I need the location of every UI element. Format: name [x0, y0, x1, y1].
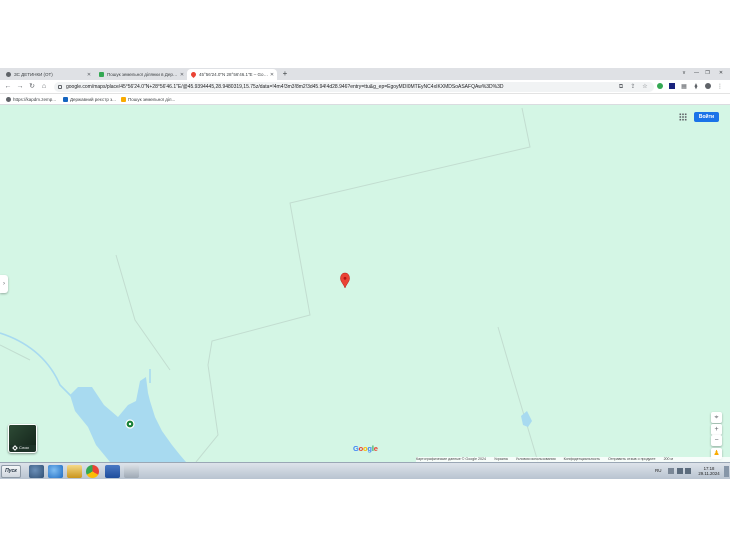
bookmark-item[interactable]: Державний реєстр з...	[63, 95, 116, 104]
profile-avatar-icon[interactable]	[704, 83, 712, 91]
tab-google-maps[interactable]: 45°56'24.0"N 28°56'46.1"E – Google Maps …	[187, 69, 277, 80]
map-streams	[0, 332, 151, 398]
lake	[70, 377, 186, 462]
extensions-puzzle-icon[interactable]: ⧫	[692, 83, 700, 91]
show-desktop-button[interactable]	[724, 466, 729, 477]
cadastre-favicon-icon	[121, 97, 126, 102]
browser-toolbar: ← → ↻ ⌂ google.com/maps/place/45°56'24.0…	[0, 80, 730, 94]
layers-label: Слои	[19, 445, 29, 450]
country-link[interactable]: Украина	[494, 457, 508, 461]
browser-tab-strip: ЗС ДЕТИНКИ (ОТ) ✕ Пошук земельної ділянк…	[0, 68, 730, 80]
bookmark-item[interactable]: Пошук земельної діл...	[121, 95, 175, 104]
road	[0, 344, 31, 361]
word-icon[interactable]	[105, 465, 120, 478]
stream	[0, 332, 73, 398]
google-apps-icon[interactable]	[678, 112, 688, 122]
tab-label: Пошук земельної ділянки в Держгеокадастр…	[107, 72, 179, 77]
tab-label: ЗС ДЕТИНКИ (ОТ)	[14, 72, 53, 77]
clock-date: 29.11.2024	[698, 471, 720, 476]
bookmark-label: Державний реєстр з...	[70, 97, 116, 102]
address-bar[interactable]: google.com/maps/place/45°56'24.0"N+28°56…	[54, 82, 654, 92]
bookmark-label: https://kapdm.zemp...	[13, 97, 57, 102]
volume-tray-icon[interactable]	[685, 468, 691, 474]
zoom-in-button[interactable]: +	[711, 424, 722, 435]
bookmark-star-icon[interactable]: ☆	[641, 83, 649, 91]
new-tab-button[interactable]: +	[281, 69, 289, 79]
install-icon[interactable]: ⧉	[617, 83, 625, 91]
satellite-thumbnail	[9, 425, 36, 445]
site-info-icon[interactable]	[58, 85, 62, 89]
start-button[interactable]: Пуск	[1, 465, 21, 478]
bookmark-label: Пошук земельної діл...	[128, 97, 176, 102]
extension-grid-icon[interactable]: ▦	[680, 83, 688, 91]
layers-button[interactable]: Слои	[8, 424, 37, 453]
users-app-icon[interactable]	[29, 465, 44, 478]
tab-label: 45°56'24.0"N 28°56'46.1"E – Google Maps	[199, 72, 269, 77]
my-location-button[interactable]: ⌖	[711, 412, 722, 423]
close-tab-icon[interactable]: ✕	[269, 72, 275, 78]
privacy-link[interactable]: Конфиденциальность	[564, 457, 600, 461]
maximize-button[interactable]: ❐	[703, 70, 712, 77]
pond	[521, 411, 532, 427]
globe-icon	[6, 72, 11, 77]
file-explorer-icon[interactable]	[67, 465, 82, 478]
system-clock[interactable]: 17:18 29.11.2024	[692, 466, 726, 476]
network-tray-icon[interactable]	[677, 468, 683, 474]
windows-taskbar: Пуск RU 17:18 29.11.2024	[0, 462, 730, 479]
map-canvas[interactable]: Войти › Слои ⌖ + − ♟ Google Картографиче…	[0, 105, 730, 462]
tab-land-search[interactable]: Пошук земельної ділянки в Держгеокадастр…	[95, 69, 187, 80]
google-logo: Google	[353, 444, 378, 453]
home-button[interactable]: ⌂	[39, 82, 49, 92]
maps-pin-favicon-icon	[189, 70, 198, 79]
road	[195, 107, 531, 462]
layers-icon	[12, 444, 18, 451]
expand-sidepanel-button[interactable]: ›	[0, 275, 8, 293]
desktop-screen: ЗС ДЕТИНКИ (ОТ) ✕ Пошук земельної ділянк…	[0, 68, 730, 479]
sign-in-button[interactable]: Войти	[694, 112, 719, 122]
road	[115, 254, 171, 371]
close-window-button[interactable]: ✕	[716, 70, 726, 77]
close-tab-icon[interactable]: ✕	[179, 72, 185, 78]
forward-button[interactable]: →	[15, 82, 25, 92]
ie-browser-icon[interactable]	[48, 465, 63, 478]
chrome-icon[interactable]	[86, 465, 99, 478]
bookmarks-bar: https://kapdm.zemp... Державний реєстр з…	[0, 94, 730, 105]
map-graphics	[0, 107, 539, 462]
bookmark-item[interactable]: https://kapdm.zemp...	[6, 95, 56, 104]
tab-search-button[interactable]: v	[680, 70, 688, 77]
globe-icon	[6, 97, 11, 102]
url-text: google.com/maps/place/45°56'24.0"N+28°56…	[66, 84, 504, 90]
map-data-credit[interactable]: Картографические данные © Google 2024	[416, 457, 486, 461]
registry-favicon-icon	[63, 97, 68, 102]
scale-bar[interactable]: 200 м	[664, 457, 673, 461]
input-language[interactable]: RU	[655, 468, 662, 473]
flag-tray-icon[interactable]	[668, 468, 674, 474]
road	[497, 326, 539, 462]
tab-zs-detynky[interactable]: ЗС ДЕТИНКИ (ОТ) ✕	[2, 69, 94, 80]
terms-link[interactable]: Условия использования	[516, 457, 556, 461]
extension-green-icon[interactable]	[656, 83, 664, 91]
extension-a-icon[interactable]	[668, 83, 676, 91]
feedback-link[interactable]: Отправить отзыв о продукте	[608, 457, 656, 461]
menu-kebab-icon[interactable]: ⋮	[716, 83, 724, 91]
cadastre-favicon-icon	[99, 72, 104, 77]
location-pin-icon[interactable]	[340, 272, 350, 289]
share-icon[interactable]: ⇪	[629, 83, 637, 91]
zoom-out-button[interactable]: −	[711, 435, 722, 446]
close-tab-icon[interactable]: ✕	[86, 72, 92, 78]
back-button[interactable]: ←	[3, 82, 13, 92]
tools-app-icon[interactable]	[124, 465, 139, 478]
reload-button[interactable]: ↻	[27, 82, 37, 92]
minimize-button[interactable]: —	[692, 70, 701, 77]
